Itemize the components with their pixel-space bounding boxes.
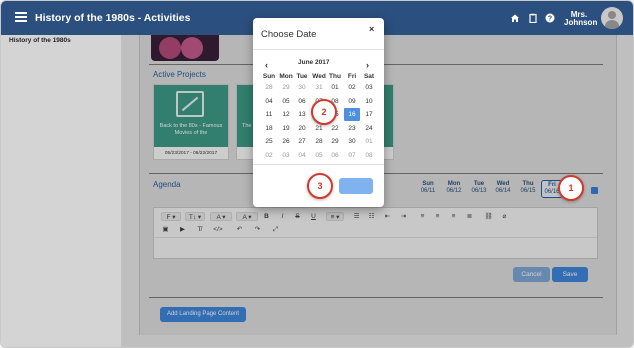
sidebar-item-history-1980s[interactable]: History of the 1980s — [9, 37, 71, 44]
calendar-week: 25 26 27 28 29 30 01 — [261, 135, 378, 149]
app-window: History of the 1980s - Activities ? Mrs.… — [0, 0, 634, 348]
calendar-day[interactable]: 30 — [344, 135, 360, 148]
calendar-day[interactable]: 25 — [261, 135, 277, 148]
calendar-day[interactable]: 08 — [361, 149, 377, 162]
page-title: History of the 1980s - Activities — [35, 12, 191, 24]
dialog-divider — [253, 164, 384, 165]
calendar-week: 28 29 30 31 01 02 03 — [261, 81, 378, 95]
calendar-day[interactable]: 04 — [294, 149, 310, 162]
home-icon[interactable] — [510, 13, 520, 23]
calendar-day[interactable]: 09 — [344, 95, 360, 108]
calendar-day[interactable]: 24 — [361, 122, 377, 135]
clipboard-icon[interactable] — [528, 13, 538, 24]
confirm-date-button[interactable] — [339, 178, 373, 194]
calendar-day[interactable]: 12 — [278, 108, 294, 121]
svg-text:?: ? — [548, 16, 552, 23]
user-name-line-2: Johnson — [564, 18, 598, 27]
calendar-day[interactable]: 01 — [327, 81, 343, 94]
help-icon[interactable]: ? — [545, 13, 555, 23]
calendar-day[interactable]: 29 — [278, 81, 294, 94]
calendar-weekday-header: Sun Mon Tue Wed Thu Fri Sat — [261, 70, 378, 81]
avatar[interactable] — [601, 7, 623, 29]
calendar-day[interactable]: 26 — [278, 135, 294, 148]
hamburger-menu-icon[interactable] — [15, 12, 27, 22]
calendar-day[interactable]: 10 — [361, 95, 377, 108]
calendar-day[interactable]: 30 — [294, 81, 310, 94]
calendar-day[interactable]: 28 — [261, 81, 277, 94]
calendar-month-label: June 2017 — [298, 59, 330, 66]
calendar-day[interactable]: 11 — [261, 108, 277, 121]
calendar-day[interactable]: 05 — [311, 149, 327, 162]
calendar-day[interactable]: 28 — [311, 135, 327, 148]
user-name[interactable]: Mrs. Johnson — [564, 11, 598, 27]
step-callout-1: 1 — [558, 175, 584, 201]
calendar-day[interactable]: 04 — [261, 95, 277, 108]
dialog-title: Choose Date — [261, 29, 317, 40]
calendar-day[interactable]: 01 — [361, 135, 377, 148]
calendar-day[interactable]: 31 — [311, 81, 327, 94]
calendar-day[interactable]: 27 — [294, 135, 310, 148]
calendar-day[interactable]: 06 — [327, 149, 343, 162]
dialog-divider — [253, 49, 384, 50]
calendar-day[interactable]: 03 — [278, 149, 294, 162]
calendar-day[interactable]: 18 — [261, 122, 277, 135]
callout-number: 1 — [568, 183, 574, 193]
next-month-icon[interactable]: › — [366, 60, 369, 70]
calendar-day[interactable]: 03 — [361, 81, 377, 94]
step-callout-3: 3 — [307, 173, 333, 199]
calendar-week: 02 03 04 05 06 07 08 — [261, 149, 378, 163]
calendar-day[interactable]: 29 — [327, 135, 343, 148]
step-callout-2: 2 — [311, 99, 337, 125]
calendar-day[interactable]: 17 — [361, 108, 377, 121]
calendar-day[interactable]: 02 — [344, 81, 360, 94]
calendar-day[interactable]: 06 — [294, 95, 310, 108]
previous-month-icon[interactable]: ‹ — [265, 60, 268, 70]
calendar-day[interactable]: 19 — [278, 122, 294, 135]
callout-number: 3 — [317, 181, 323, 191]
calendar-day[interactable]: 07 — [344, 149, 360, 162]
calendar-day-selected[interactable]: 16 — [344, 108, 360, 121]
calendar-day[interactable]: 20 — [294, 122, 310, 135]
calendar-day[interactable]: 02 — [261, 149, 277, 162]
sidebar: History of the 1980s — [1, 35, 121, 347]
close-icon[interactable]: × — [369, 24, 374, 34]
calendar-day[interactable]: 13 — [294, 108, 310, 121]
callout-number: 2 — [321, 107, 327, 117]
calendar-day[interactable]: 05 — [278, 95, 294, 108]
calendar-day[interactable]: 23 — [344, 122, 360, 135]
